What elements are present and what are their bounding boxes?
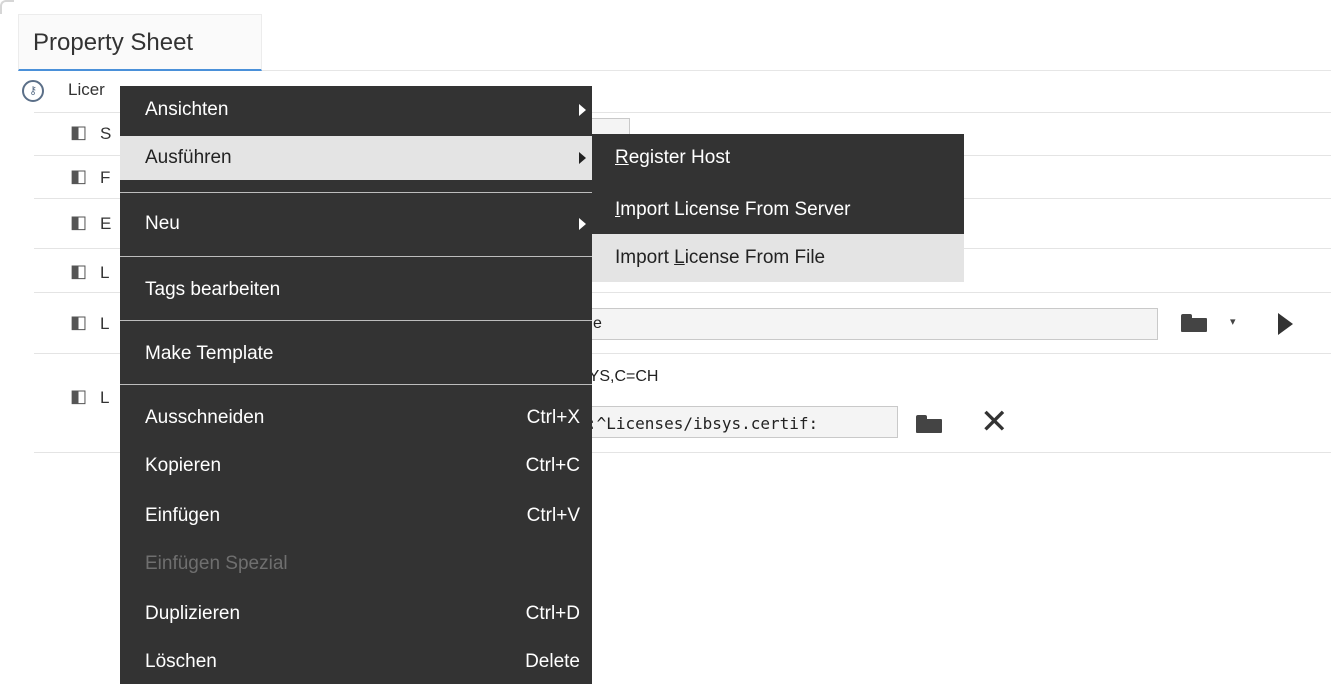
mnemonic-letter: L — [674, 247, 685, 268]
menu-separator — [120, 256, 592, 257]
submenu-arrow-icon — [579, 152, 586, 164]
menu-item-ansichten[interactable]: Ansichten — [120, 88, 592, 132]
menu-item-label: Einfügen Spezial — [145, 553, 288, 574]
menu-item-label: Einfügen — [145, 505, 221, 526]
menu-item-import-license-from-file[interactable]: Import License From File — [592, 234, 964, 282]
menu-item-ausfuehren[interactable]: Ausführen — [120, 136, 592, 180]
close-icon[interactable]: ✕ — [980, 405, 1009, 439]
folder-icon[interactable] — [916, 415, 942, 433]
menu-item-tags-bearbeiten[interactable]: Tags bearbeiten — [120, 268, 592, 312]
component-icon: ◧ — [70, 166, 88, 186]
certificate-input[interactable]: :^Licenses/ibsys.certif: — [560, 406, 898, 438]
submenu-arrow-icon — [579, 104, 586, 116]
submenu-arrow-icon — [579, 218, 586, 230]
menu-item-shortcut: Ctrl+X — [526, 407, 580, 428]
tree-row-label[interactable]: L — [100, 314, 109, 334]
tree-row-label[interactable]: L — [100, 388, 109, 408]
certificate-input-value: :^Licenses/ibsys.certif: — [587, 414, 819, 433]
chevron-down-icon[interactable]: ▾ — [1230, 315, 1236, 328]
menu-item-import-license-from-server[interactable]: Import License From Server — [592, 188, 964, 232]
component-icon: ◧ — [70, 122, 88, 142]
component-icon: ◧ — [70, 312, 88, 332]
menu-item-einfuegen[interactable]: Einfügen Ctrl+V — [120, 494, 592, 538]
menu-item-loeschen[interactable]: Löschen Delete — [120, 640, 592, 684]
play-icon[interactable] — [1278, 313, 1293, 335]
path-input[interactable]: e — [560, 308, 1158, 340]
menu-item-label: Neu — [145, 213, 180, 234]
ausfuehren-submenu: Register Host Import License From Server… — [592, 134, 964, 282]
tab-property-sheet[interactable]: Property Sheet — [18, 14, 262, 71]
menu-item-register-host[interactable]: Register Host — [592, 136, 964, 180]
tree-row-label[interactable]: S — [100, 124, 111, 144]
tree-row-label[interactable]: F — [100, 168, 110, 188]
path-input-value: e — [593, 315, 602, 332]
tab-divider — [262, 70, 1331, 71]
menu-item-label: mport License From Server — [620, 199, 851, 220]
tab-label: Property Sheet — [33, 29, 194, 56]
tree-root-label[interactable]: Licer — [68, 80, 105, 100]
component-icon: ◧ — [70, 212, 88, 232]
menu-item-label: icense From File — [684, 247, 826, 268]
menu-separator — [120, 320, 592, 321]
tree-row-label[interactable]: E — [100, 214, 111, 234]
menu-item-label: Ansichten — [145, 99, 229, 120]
menu-item-label: Kopieren — [145, 455, 222, 476]
menu-item-label: Tags bearbeiten — [145, 279, 281, 300]
menu-item-label: egister Host — [628, 147, 731, 168]
menu-item-shortcut: Ctrl+V — [526, 505, 580, 526]
menu-item-label: Ausführen — [145, 147, 232, 168]
component-icon: ◧ — [70, 386, 88, 406]
menu-separator — [120, 192, 592, 193]
menu-item-kopieren[interactable]: Kopieren Ctrl+C — [120, 444, 592, 488]
folder-icon[interactable] — [1181, 314, 1207, 332]
tree-row-label[interactable]: L — [100, 263, 109, 283]
menu-item-label: Make Template — [145, 343, 274, 364]
menu-item-shortcut: Ctrl+D — [525, 603, 580, 624]
menu-item-shortcut: Ctrl+C — [525, 455, 580, 476]
menu-separator — [120, 384, 592, 385]
component-icon: ◧ — [70, 261, 88, 281]
license-root-icon: ⚷ — [22, 80, 44, 102]
menu-item-duplizieren[interactable]: Duplizieren Ctrl+D — [120, 592, 592, 636]
menu-item-neu[interactable]: Neu — [120, 202, 592, 246]
menu-item-einfuegen-spezial: Einfügen Spezial — [120, 542, 592, 586]
menu-item-ausschneiden[interactable]: Ausschneiden Ctrl+X — [120, 396, 592, 440]
menu-item-label: Löschen — [145, 651, 217, 672]
menu-item-label: Ausschneiden — [145, 407, 265, 428]
menu-item-shortcut: Delete — [525, 651, 580, 672]
window-corner — [0, 0, 14, 14]
menu-item-make-template[interactable]: Make Template — [120, 332, 592, 376]
context-menu: Ansichten Ausführen Neu Tags bearbeiten … — [120, 86, 592, 684]
menu-item-label: Duplizieren — [145, 603, 241, 624]
menu-item-label: Import — [615, 247, 675, 268]
mnemonic-letter: R — [615, 147, 629, 168]
